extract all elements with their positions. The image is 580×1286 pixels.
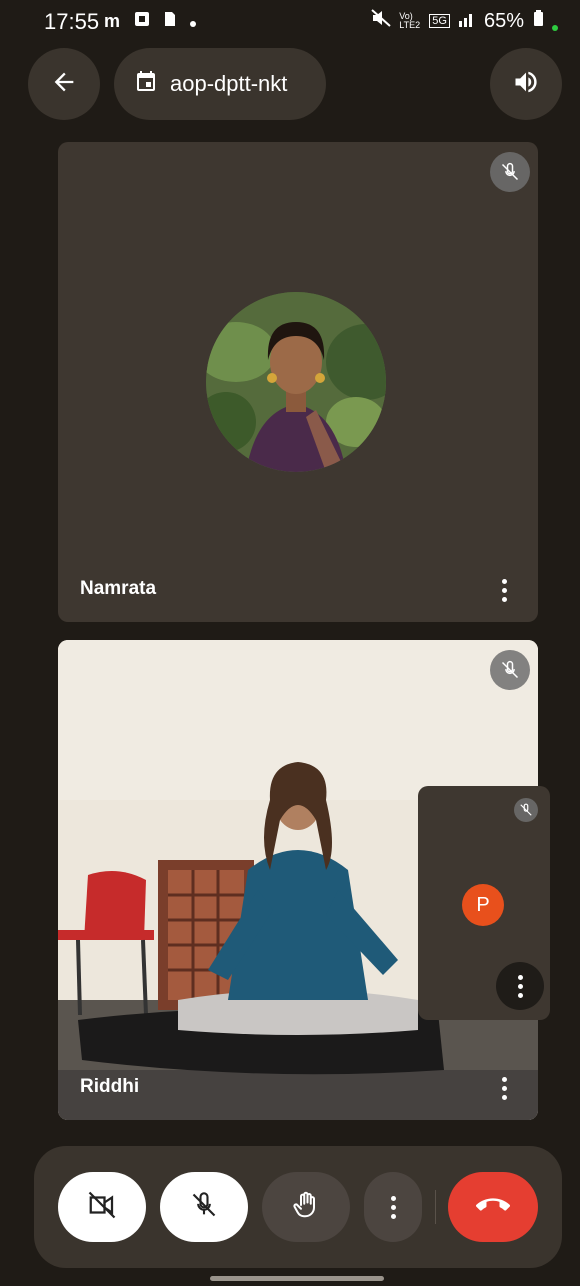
charging-dot-icon <box>552 25 558 31</box>
m-app-icon: m <box>104 11 121 31</box>
self-initial: P <box>476 893 490 916</box>
battery-icon <box>532 9 544 33</box>
mic-off-icon <box>190 1191 218 1224</box>
status-right: Vo) LTE2 5G 65% <box>371 9 558 33</box>
back-arrow-icon <box>50 68 78 101</box>
back-button[interactable] <box>28 48 100 120</box>
battery-percent: 65% <box>483 9 524 32</box>
mute-status-icon <box>371 9 391 33</box>
mic-off-icon <box>514 798 538 822</box>
status-bar: 17:55 m Vo) LTE2 5G 65% <box>0 0 580 44</box>
participant-options-button[interactable] <box>492 1068 516 1108</box>
photo-icon <box>134 11 150 32</box>
self-avatar: P <box>462 884 504 926</box>
self-view-tile[interactable]: P <box>418 786 550 1020</box>
more-vert-icon <box>501 578 507 584</box>
controls-divider <box>435 1190 436 1224</box>
sim-icon <box>164 11 176 32</box>
mic-toggle-button[interactable] <box>160 1172 248 1242</box>
status-left-icons: m <box>104 11 197 32</box>
participant-name: Namrata <box>80 578 157 599</box>
raise-hand-icon <box>291 1190 321 1225</box>
home-indicator[interactable] <box>210 1276 384 1281</box>
calendar-icon <box>134 69 158 99</box>
participant-tile-namrata[interactable]: Namrata <box>58 142 538 622</box>
self-options-button[interactable] <box>496 962 544 1010</box>
call-controls <box>34 1146 562 1268</box>
network-label: Vo) LTE2 <box>399 11 421 30</box>
end-call-icon <box>476 1188 510 1227</box>
mic-off-icon <box>490 650 530 690</box>
network-type: 5G <box>429 14 450 28</box>
signal-icon <box>458 10 476 33</box>
namrata-avatar <box>206 292 386 472</box>
camera-toggle-button[interactable] <box>58 1172 146 1242</box>
participant-options-button[interactable] <box>492 570 516 610</box>
more-vert-icon <box>508 966 532 1006</box>
dot-icon <box>190 11 197 32</box>
camera-off-icon <box>87 1190 117 1225</box>
raise-hand-button[interactable] <box>262 1172 350 1242</box>
more-options-button[interactable] <box>364 1172 422 1242</box>
meeting-code: aop-dptt-nkt <box>170 71 288 96</box>
more-vert-icon <box>381 1187 405 1227</box>
audio-output-button[interactable] <box>490 48 562 120</box>
mic-off-icon <box>490 152 530 192</box>
speaker-icon <box>512 68 540 101</box>
more-vert-icon <box>501 1076 507 1082</box>
status-time: 17:55 <box>44 9 100 34</box>
participant-name: Riddhi <box>80 1076 140 1097</box>
end-call-button[interactable] <box>448 1172 538 1242</box>
meeting-info-button[interactable]: aop-dptt-nkt <box>114 48 326 120</box>
